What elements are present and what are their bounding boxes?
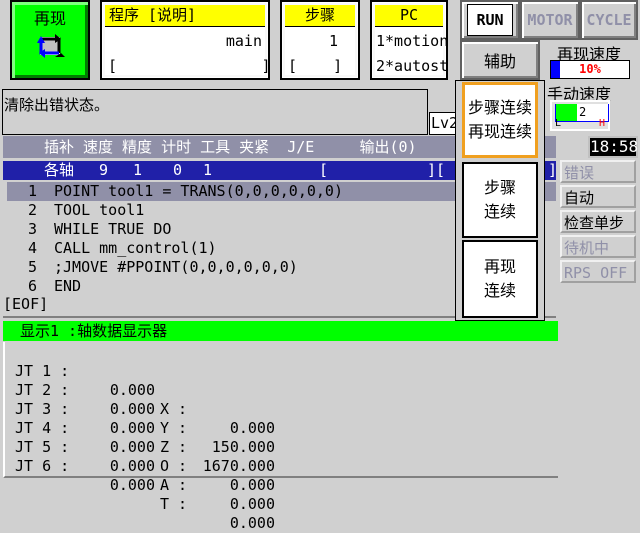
speed-value: 9 [99,161,109,179]
program-comment: [ ] [108,57,271,75]
motor-button[interactable]: MOTOR [520,0,580,40]
line-number: 2 [28,201,38,219]
line-number: 5 [28,258,38,276]
joint-value: 0.000 [109,457,155,475]
status-item: 检查单步 [560,210,636,233]
clock: 18:58 [588,136,639,158]
axis-value: 0.000 [229,514,275,532]
line-number: 3 [28,220,38,238]
param-header-text: 插补 速度 精度 计时 工具 夹紧 J/E 输出(0) [44,138,417,156]
run-button[interactable]: RUN [460,0,520,40]
tool-value: 1 [203,161,213,179]
axis-label: A : [160,476,188,494]
step-panel[interactable]: 步骤 1 [ ] [280,0,360,80]
run-label: RUN [467,4,513,36]
line-code: WHILE TRUE DO [54,220,172,238]
axis-value: 0.000 [229,476,275,494]
aux-button[interactable]: 辅助 [460,40,540,80]
pc-item: 1*motion [376,32,449,50]
line-number: 6 [28,277,38,295]
status-item: 错误 [560,160,636,183]
message-text: 清除出错状态。 [4,96,110,114]
manual-speed-high: H [598,118,605,129]
axis-value: 1670.000 [202,457,275,475]
line-code: TOOL tool1 [54,201,145,219]
repeat-cycle-icon [37,34,65,58]
repeat-speed-value: 10% [579,62,601,76]
axis-row: JT 3 : 0.000 Z : 1670.000 [15,381,555,475]
step-comment: [ ] [288,57,343,75]
axis-display: JT 1 : 0.000 X : 0.000 JT 2 : 0.000 Y : … [3,342,558,532]
line-code: CALL mm_control(1) [54,239,217,257]
program-name: main [225,32,262,50]
axis-row: JT 4 : 0.000 O : 0.000 [15,400,555,494]
output-bracket-close: ] [548,161,558,179]
pc-item: 2*autost [376,57,449,75]
joint-label: JT 6 : [15,457,70,475]
axis-row: JT 2 : 0.000 Y : 150.000 [15,362,555,456]
mode-label: 再现 [33,9,66,28]
interp-value: 各轴 [44,161,75,179]
status-item: RPS OFF [560,260,636,283]
manual-speed-value: 2 [579,105,587,119]
axis-value: 0.000 [229,495,275,513]
line-number: 1 [28,182,38,200]
axis-label: O : [160,457,188,475]
accuracy-value: 1 [133,161,143,179]
popup-option[interactable]: 步骤 连续 [462,162,538,238]
timer-value: 0 [173,161,183,179]
line-code: POINT tool1 = TRANS(0,0,0,0,0,0) [54,182,343,200]
axis-row: JT 1 : 0.000 X : 0.000 [15,343,555,437]
program-header: 程序 [说明] [105,5,265,27]
cycle-button[interactable]: CYCLE [580,0,638,40]
pc-panel[interactable]: PC 1*motion 2*autost [370,0,448,80]
axis-label: T : [160,495,188,513]
message-box: 清除出错状态。 [2,89,428,135]
je-bracket: [ [319,161,329,179]
line-code: END [54,277,82,295]
joint-value: 0.000 [109,476,155,494]
line-code: ;JMOVE #PPOINT(0,0,0,0,0,0) [54,258,298,276]
step-header: 步骤 [285,5,355,27]
axis-row: JT 5 : 0.000 A : 0.000 [15,419,555,513]
display-header: 显示1 :轴数据显示器 [3,321,558,341]
eof-marker: [EOF] [3,295,49,313]
status-item: 自动 [560,185,636,208]
axis-row: JT 6 : 0.000 T : 0.000 [15,438,555,532]
step-value: 1 [328,32,338,50]
popup-option[interactable]: 再现 连续 [462,240,538,318]
line-number: 4 [28,239,38,257]
repeat-speed-bar[interactable]: 10% [550,60,630,79]
status-item: 待机中 [560,235,636,258]
je-bracket-close: ][ [427,161,446,179]
manual-speed-bar[interactable]: 2 L H [550,100,610,131]
pc-header: PC [375,5,443,27]
program-panel[interactable]: 程序 [说明] main [ ] [100,0,271,80]
manual-speed-low: L [555,118,562,129]
popup-option[interactable]: 步骤连续 再现连续 [462,82,538,158]
mode-indicator[interactable]: 再现 [10,0,90,80]
